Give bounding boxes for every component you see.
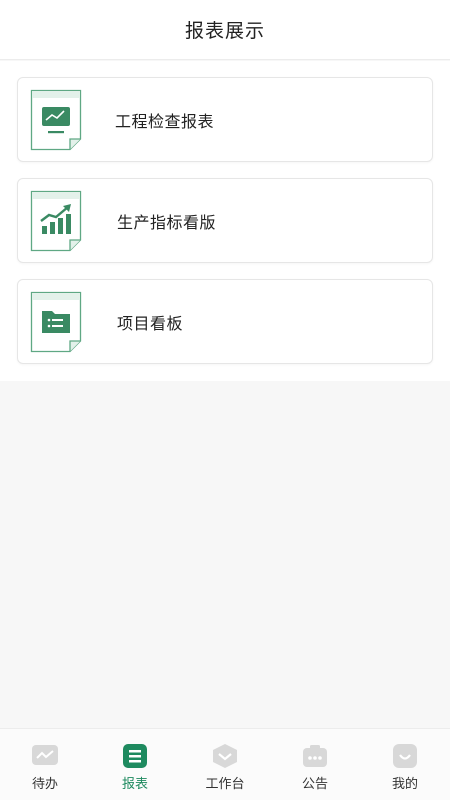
tab-label: 工作台 bbox=[205, 776, 245, 791]
tab-announcement[interactable]: 公告 bbox=[270, 729, 360, 800]
report-card-label: 生产指标看版 bbox=[117, 214, 217, 232]
folder-list-icon bbox=[30, 291, 82, 353]
tab-label: 公告 bbox=[301, 776, 328, 791]
report-card-project-inspection[interactable]: 工程检查报表 bbox=[17, 77, 433, 162]
report-card-label: 项目看板 bbox=[117, 315, 184, 333]
todo-icon bbox=[32, 745, 58, 765]
monitor-chart-icon bbox=[30, 89, 82, 151]
tab-label: 报表 bbox=[121, 776, 148, 791]
tab-report[interactable]: 报表 bbox=[90, 729, 180, 800]
profile-icon bbox=[393, 744, 417, 768]
report-list: 工程检查报表 生产指标看版 项目看板 bbox=[0, 61, 450, 381]
report-icon bbox=[123, 744, 147, 768]
report-card-project-board[interactable]: 项目看板 bbox=[17, 279, 433, 364]
tab-profile[interactable]: 我的 bbox=[360, 729, 450, 800]
report-card-label: 工程检查报表 bbox=[115, 113, 215, 131]
growth-bars-icon bbox=[30, 190, 82, 252]
tab-label: 待办 bbox=[31, 776, 58, 791]
announcement-icon bbox=[303, 745, 327, 767]
top-bar: 报表展示 bbox=[0, 0, 450, 60]
bottom-tab-bar: 待办 报表 工作台 公告 我的 bbox=[0, 728, 450, 800]
report-card-production-indicators[interactable]: 生产指标看版 bbox=[17, 178, 433, 263]
tab-todo[interactable]: 待办 bbox=[0, 729, 90, 800]
tab-label: 我的 bbox=[391, 776, 418, 791]
workbench-icon bbox=[213, 744, 237, 768]
tab-workbench[interactable]: 工作台 bbox=[180, 729, 270, 800]
page-title: 报表展示 bbox=[184, 21, 265, 42]
